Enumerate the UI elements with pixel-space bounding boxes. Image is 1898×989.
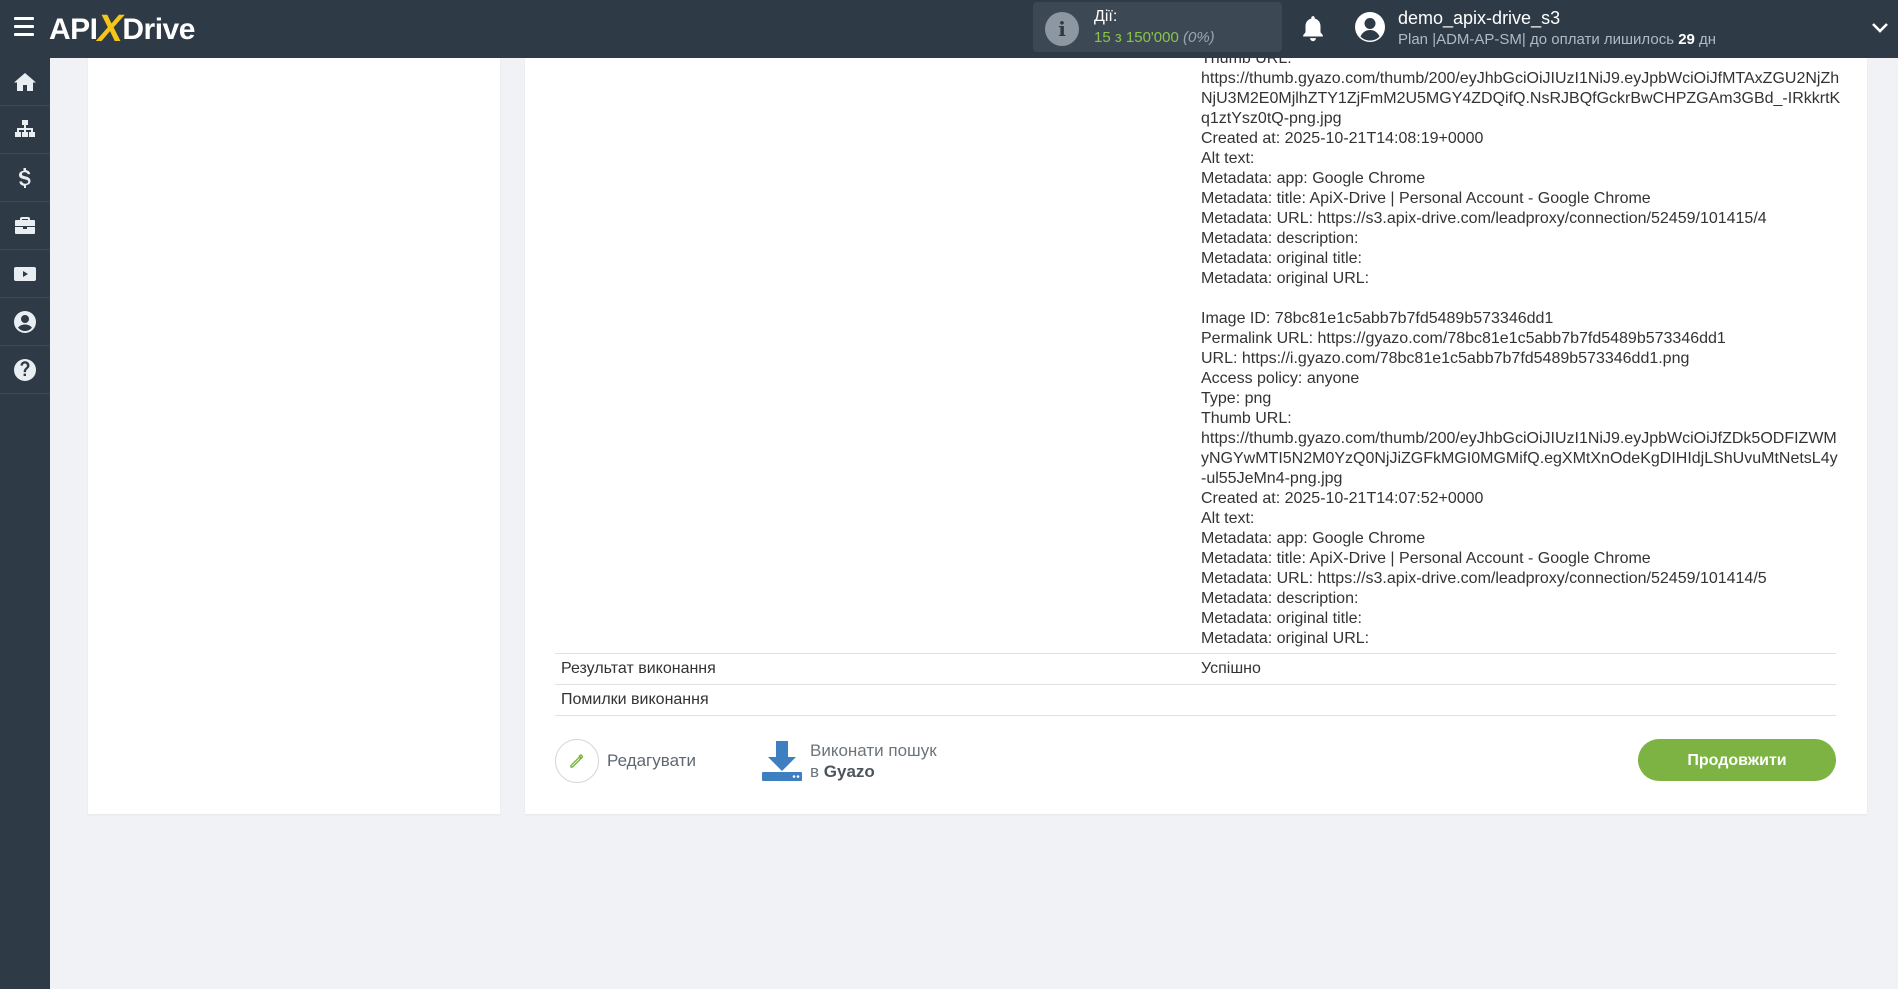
menu-icon[interactable] (14, 17, 34, 41)
divider (555, 715, 1836, 716)
briefcase-icon (15, 216, 35, 234)
dollar-icon (19, 167, 31, 188)
result-line: Metadata: original title: (1201, 250, 1362, 267)
nav-home[interactable] (0, 58, 50, 106)
continue-button[interactable]: Продовжити (1638, 739, 1836, 781)
result-line: https://thumb.gyazo.com/thumb/200/eyJhbG… (1201, 430, 1838, 487)
chevron-down-icon[interactable] (1870, 18, 1890, 38)
plan-days: 29 (1678, 31, 1695, 48)
result-line: Metadata: description: (1201, 590, 1359, 607)
result-line: Metadata: original URL: (1201, 270, 1370, 287)
result-line: Alt text: (1201, 150, 1255, 167)
nav-video[interactable] (0, 250, 50, 298)
result-line: Created at: 2025-10-21T14:08:19+0000 (1201, 130, 1484, 147)
result-line: https://thumb.gyazo.com/thumb/200/eyJhbG… (1201, 70, 1841, 127)
result-line: Permalink URL: https://gyazo.com/78bc81e… (1201, 330, 1726, 347)
actions-counter[interactable]: i Дії: 15 з 150'000 (0%) (1033, 2, 1282, 52)
result-line: Metadata: app: Google Chrome (1201, 170, 1426, 187)
logo-right: Drive (122, 13, 195, 46)
actions-percent: (0%) (1183, 29, 1215, 46)
info-icon: i (1045, 12, 1079, 46)
download-icon (762, 741, 802, 781)
nav-billing[interactable] (0, 154, 50, 202)
result-line: Metadata: description: (1201, 230, 1359, 247)
result-line: URL: https://i.gyazo.com/78bc81e1c5abb7b… (1201, 350, 1690, 367)
home-icon (14, 72, 36, 91)
youtube-icon (14, 266, 36, 281)
run-search-text: Виконати пошук в Gyazo (810, 740, 937, 782)
help-icon (14, 358, 36, 381)
run-search-prefix: в (810, 762, 820, 781)
result-line: Metadata: original title: (1201, 610, 1362, 627)
top-bar: APIXDrive i Дії: 15 з 150'000 (0%) demo_… (0, 0, 1898, 58)
logo-x: X (97, 8, 123, 50)
result-line: Metadata: original URL: (1201, 630, 1370, 647)
actions-label: Дії: (1094, 8, 1118, 25)
divider (555, 684, 1836, 685)
run-search-line1: Виконати пошук (810, 741, 937, 760)
user-avatar-icon[interactable] (1354, 11, 1386, 43)
bell-icon[interactable] (1300, 14, 1326, 44)
logo-left: API (49, 13, 98, 46)
logo[interactable]: APIXDrive (49, 8, 195, 50)
status-value: Успішно (1201, 660, 1261, 677)
result-line: Alt text: (1201, 510, 1255, 527)
status-label: Результат виконання (561, 660, 716, 677)
result-line (1201, 289, 1841, 309)
result-line: Thumb URL: (1201, 410, 1292, 427)
edit-button[interactable]: Редагувати (555, 739, 696, 783)
left-panel (88, 58, 500, 814)
result-line: Type: png (1201, 390, 1272, 407)
nav-help[interactable] (0, 346, 50, 394)
errors-label: Помилки виконання (561, 691, 709, 708)
run-search-service: Gyazo (823, 762, 875, 781)
result-line: Metadata: title: ApiX-Drive | Personal A… (1201, 550, 1651, 567)
user-plan: Plan |ADM-AP-SM| до оплати лишилось 29 д… (1398, 31, 1716, 48)
plan-prefix: Plan |ADM-AP-SM| до оплати лишилось (1398, 31, 1675, 48)
nav-account[interactable] (0, 298, 50, 346)
actions-value: 15 з 150'000 (0%) (1094, 29, 1215, 46)
sitemap-icon (15, 119, 35, 137)
run-search-line2: в Gyazo (810, 761, 937, 782)
pencil-icon (570, 754, 584, 768)
result-line: Image ID: 78bc81e1c5abb7b7fd5489b573346d… (1201, 310, 1554, 327)
result-line: Created at: 2025-10-21T14:07:52+0000 (1201, 490, 1484, 507)
result-data: Thumb URL: https://thumb.gyazo.com/thumb/… (1201, 49, 1841, 649)
side-nav (0, 58, 50, 989)
run-search-button[interactable]: Виконати пошук в Gyazo (760, 739, 937, 783)
divider (555, 653, 1836, 654)
edit-label: Редагувати (607, 751, 696, 770)
actions-used: 15 з 150'000 (1094, 29, 1179, 46)
result-line: Access policy: anyone (1201, 370, 1360, 387)
nav-tools[interactable] (0, 202, 50, 250)
plan-days-unit: дн (1699, 31, 1717, 48)
result-line: Metadata: title: ApiX-Drive | Personal A… (1201, 190, 1651, 207)
nav-connections[interactable] (0, 106, 50, 154)
edit-circle (555, 739, 599, 783)
result-line: Metadata: URL: https://s3.apix-drive.com… (1201, 210, 1767, 227)
account-icon (14, 310, 36, 333)
result-line: Metadata: URL: https://s3.apix-drive.com… (1201, 570, 1767, 587)
user-name[interactable]: demo_apix-drive_s3 (1398, 8, 1560, 29)
result-line: Metadata: app: Google Chrome (1201, 530, 1426, 547)
result-card: Thumb URL: https://thumb.gyazo.com/thumb/… (525, 50, 1867, 814)
